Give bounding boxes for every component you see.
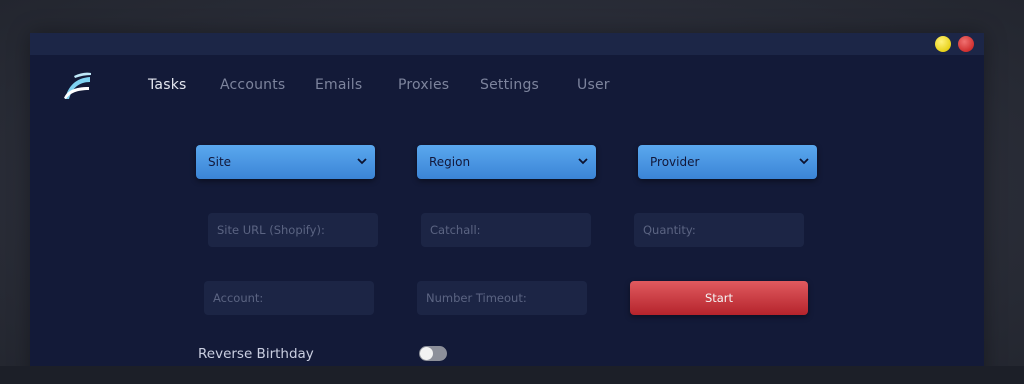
chevron-down-icon — [357, 158, 367, 165]
quantity-input[interactable] — [634, 213, 804, 247]
close-dot[interactable] — [958, 36, 974, 52]
provider-select-value: Provider — [650, 155, 700, 169]
app-window: Tasks Accounts Emails Proxies Settings U… — [30, 33, 984, 384]
wave-logo-icon — [62, 72, 92, 100]
account-input[interactable] — [204, 281, 374, 315]
start-button[interactable]: Start — [630, 281, 808, 315]
catchall-input[interactable] — [421, 213, 591, 247]
reverse-birthday-toggle[interactable] — [419, 346, 447, 361]
site-url-input[interactable] — [208, 213, 378, 247]
site-select-value: Site — [208, 155, 232, 169]
nav-proxies[interactable]: Proxies — [398, 77, 449, 93]
region-select-value: Region — [429, 155, 471, 169]
provider-select[interactable]: Provider — [638, 145, 817, 179]
nav-settings[interactable]: Settings — [480, 77, 539, 93]
nav-emails[interactable]: Emails — [315, 77, 362, 93]
number-timeout-input[interactable] — [417, 281, 587, 315]
region-select[interactable]: Region — [417, 145, 596, 179]
title-bar[interactable] — [30, 33, 984, 55]
chevron-down-icon — [578, 158, 588, 165]
nav-user[interactable]: User — [577, 77, 610, 93]
minimize-dot[interactable] — [935, 36, 951, 52]
toggle-knob — [420, 347, 433, 360]
bottom-bar — [0, 366, 1024, 384]
chevron-down-icon — [799, 158, 809, 165]
nav-tasks[interactable]: Tasks — [148, 77, 187, 93]
nav-accounts[interactable]: Accounts — [220, 77, 285, 93]
reverse-birthday-label: Reverse Birthday — [198, 346, 314, 362]
site-select[interactable]: Site — [196, 145, 375, 179]
